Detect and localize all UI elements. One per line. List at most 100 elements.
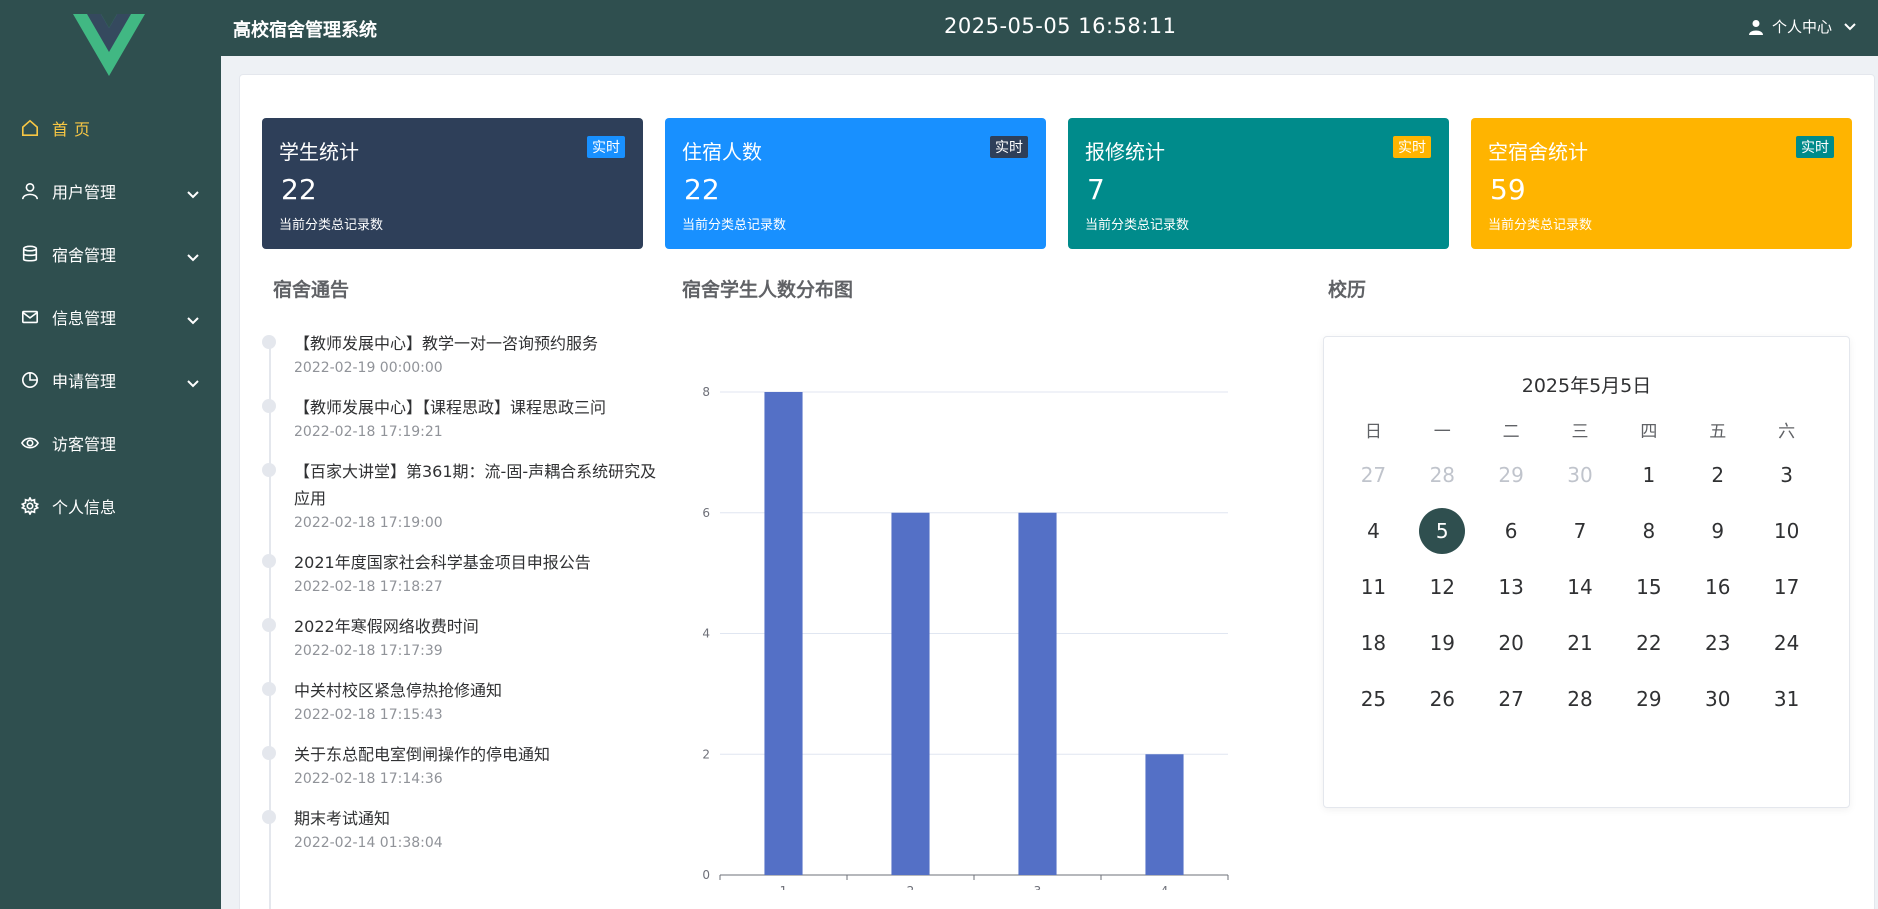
- bar: [764, 392, 803, 875]
- stat-subtitle: 当前分类总记录数: [1488, 218, 1593, 233]
- calendar-day[interactable]: 11: [1339, 564, 1408, 610]
- calendar-day-number: 25: [1360, 687, 1387, 711]
- sidebar-item-2[interactable]: 宿舍管理: [0, 222, 221, 285]
- notice-item: 2022年寒假网络收费时间 2022-02-18 17:17:39: [262, 613, 672, 659]
- sidebar-item-label: 用户管理: [52, 182, 117, 202]
- calendar-day[interactable]: 30: [1683, 676, 1752, 722]
- calendar-day[interactable]: 16: [1683, 564, 1752, 610]
- calendar-day[interactable]: 19: [1408, 620, 1477, 666]
- calendar-day[interactable]: 20: [1477, 620, 1546, 666]
- timeline-dot: [262, 810, 276, 824]
- notice-item: 关于东总配电室倒闸操作的停电通知 2022-02-18 17:14:36: [262, 741, 672, 787]
- home-icon: [20, 118, 40, 138]
- calendar-day-number: 5: [1419, 508, 1466, 554]
- calendar-day[interactable]: 27: [1477, 676, 1546, 722]
- sidebar-item-4[interactable]: 申请管理: [0, 348, 221, 411]
- calendar-day-today[interactable]: 5: [1408, 508, 1477, 554]
- calendar-day-number: 31: [1773, 687, 1800, 711]
- calendar-day[interactable]: 13: [1477, 564, 1546, 610]
- x-tick-label: 1: [780, 884, 788, 890]
- calendar-day[interactable]: 23: [1683, 620, 1752, 666]
- calendar-day-number: 8: [1642, 519, 1656, 543]
- calendar-week-row: 4 5 6 7 8 9 10: [1339, 503, 1821, 559]
- calendar-day-number: 29: [1498, 463, 1524, 487]
- notice-title-link[interactable]: 中关村校区紧急停热抢修通知: [294, 677, 672, 704]
- mail-icon: [20, 307, 40, 327]
- calendar-day-number: 11: [1360, 575, 1387, 599]
- timeline-dot: [262, 746, 276, 760]
- sidebar-item-3[interactable]: 信息管理: [0, 285, 221, 348]
- x-tick-label: 2: [907, 884, 915, 890]
- calendar-day[interactable]: 29: [1614, 676, 1683, 722]
- notice-title-link[interactable]: 【教师发展中心】教学一对一咨询预约服务: [294, 330, 672, 357]
- calendar-day-number: 15: [1636, 575, 1662, 599]
- calendar-day[interactable]: 21: [1546, 620, 1615, 666]
- gear-icon: [20, 496, 40, 516]
- calendar-day[interactable]: 25: [1339, 676, 1408, 722]
- notice-time: 2022-02-19 00:00:00: [294, 360, 443, 376]
- notice-title-link[interactable]: 期末考试通知: [294, 805, 672, 832]
- calendar-day[interactable]: 7: [1546, 508, 1615, 554]
- notice-item: 【教师发展中心】【课程思政】课程思政三问 2022-02-18 17:19:21: [262, 394, 672, 440]
- timeline-dot: [262, 554, 276, 568]
- y-tick-label: 4: [702, 627, 710, 641]
- calendar-day-number: 27: [1498, 687, 1524, 711]
- calendar-day-number: 26: [1429, 687, 1456, 711]
- weekday-label: 五: [1709, 422, 1727, 442]
- calendar-day[interactable]: 15: [1614, 564, 1683, 610]
- user-center-dropdown[interactable]: 个人中心: [1748, 16, 1856, 37]
- calendar-day-number: 20: [1498, 631, 1524, 655]
- timeline-dot: [262, 463, 276, 477]
- calendar-day[interactable]: 26: [1408, 676, 1477, 722]
- timeline-dot: [262, 618, 276, 632]
- calendar-day[interactable]: 2: [1683, 452, 1752, 498]
- notice-title-link[interactable]: 2021年度国家社会科学基金项目申报公告: [294, 549, 672, 576]
- calendar-day[interactable]: 10: [1752, 508, 1821, 554]
- eye-icon: [20, 433, 40, 453]
- calendar-day-number: 27: [1360, 463, 1387, 487]
- sidebar-item-label: 信息管理: [52, 308, 117, 328]
- calendar-day[interactable]: 9: [1683, 508, 1752, 554]
- notice-title-link[interactable]: 【百家大讲堂】第361期：流-固-声耦合系统研究及应用: [294, 458, 672, 512]
- sidebar-item-label: 首页: [52, 119, 97, 139]
- calendar-day[interactable]: 22: [1614, 620, 1683, 666]
- calendar-day-number: 13: [1498, 575, 1524, 599]
- y-tick-label: 6: [702, 506, 710, 520]
- calendar-day[interactable]: 30: [1546, 452, 1615, 498]
- calendar-day[interactable]: 17: [1752, 564, 1821, 610]
- notice-title-link[interactable]: 关于东总配电室倒闸操作的停电通知: [294, 741, 672, 768]
- sidebar-item-5[interactable]: 访客管理: [0, 411, 221, 474]
- dorm-student-bar-chart: 0 2 4 6 8 1 2 3 4: [702, 385, 1229, 890]
- calendar-day[interactable]: 8: [1614, 508, 1683, 554]
- calendar-day-number: 18: [1360, 631, 1387, 655]
- calendar-day-number: 17: [1773, 575, 1800, 599]
- calendar-day[interactable]: 29: [1477, 452, 1546, 498]
- calendar-weekday-row: 日一二三四五六: [1339, 417, 1821, 447]
- sidebar-item-1[interactable]: 用户管理: [0, 159, 221, 222]
- sidebar-item-6[interactable]: 个人信息: [0, 474, 221, 537]
- calendar-day[interactable]: 6: [1477, 508, 1546, 554]
- notice-title-link[interactable]: 【教师发展中心】【课程思政】课程思政三问: [294, 394, 672, 421]
- calendar-day[interactable]: 3: [1752, 452, 1821, 498]
- calendar-day[interactable]: 14: [1546, 564, 1615, 610]
- notice-time: 2022-02-18 17:19:00: [294, 515, 443, 531]
- notice-title-link[interactable]: 2022年寒假网络收费时间: [294, 613, 672, 640]
- stat-title: 住宿人数: [682, 140, 762, 164]
- stat-card-2: 报修统计 7 当前分类总记录数 实时: [1068, 118, 1449, 249]
- calendar-day[interactable]: 28: [1546, 676, 1615, 722]
- calendar-day[interactable]: 24: [1752, 620, 1821, 666]
- calendar-day[interactable]: 28: [1408, 452, 1477, 498]
- sidebar-menu: 首页用户管理宿舍管理信息管理申请管理 访客管理 个人信息: [0, 96, 221, 537]
- calendar-day[interactable]: 31: [1752, 676, 1821, 722]
- calendar-day[interactable]: 4: [1339, 508, 1408, 554]
- timeline-dot: [262, 335, 276, 349]
- sidebar-item-0[interactable]: 首页: [0, 96, 221, 159]
- calendar-day-number: 7: [1573, 519, 1587, 543]
- calendar-day[interactable]: 1: [1614, 452, 1683, 498]
- calendar-week-row: 18 19 20 21 22 23 24: [1339, 615, 1821, 671]
- calendar-day[interactable]: 18: [1339, 620, 1408, 666]
- calendar-day[interactable]: 12: [1408, 564, 1477, 610]
- notice-item: 2021年度国家社会科学基金项目申报公告 2022-02-18 17:18:27: [262, 549, 672, 595]
- weekday-label: 日: [1364, 422, 1382, 442]
- calendar-day[interactable]: 27: [1339, 452, 1408, 498]
